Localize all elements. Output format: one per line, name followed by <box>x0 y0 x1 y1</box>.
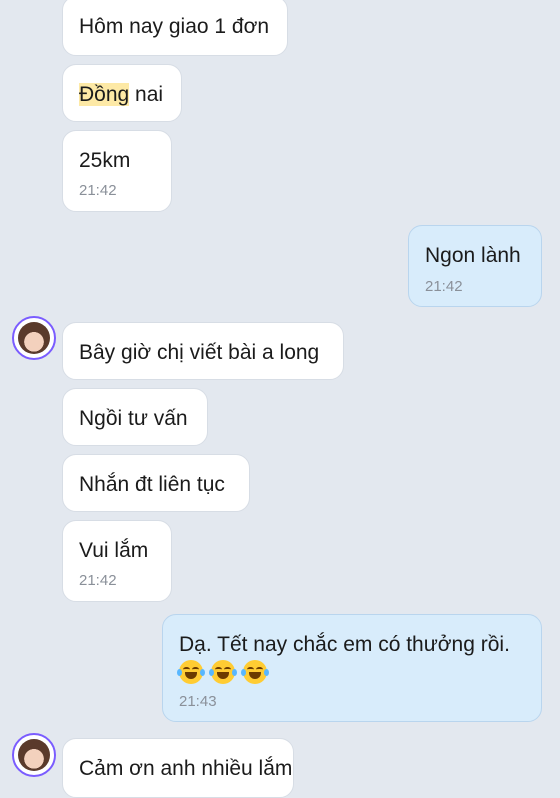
message-text: Vui lắm <box>79 539 149 562</box>
message-timestamp: 21:42 <box>79 182 117 199</box>
contact-avatar[interactable] <box>12 733 56 777</box>
contact-avatar[interactable] <box>12 316 56 360</box>
incoming-message[interactable]: Bây giờ chị viết bài a long <box>62 322 344 380</box>
message-text: Ngồi tư vấn <box>79 407 188 430</box>
avatar-photo <box>18 322 50 354</box>
incoming-message[interactable]: Đồng nai <box>62 64 182 122</box>
emoji-row <box>177 660 275 685</box>
incoming-message[interactable]: Hôm nay giao 1 đơn <box>62 0 288 56</box>
message-timestamp: 21:42 <box>425 278 463 295</box>
message-text: Đồng nai <box>79 83 164 106</box>
laughing-tears-emoji-icon <box>177 660 205 685</box>
message-text: Dạ. Tết nay chắc em có thưởng rồi. <box>179 633 510 656</box>
incoming-message[interactable]: Cảm ơn anh nhiều lắm <box>62 738 294 798</box>
message-text: Ngon lành <box>425 244 521 267</box>
message-text: Hôm nay giao 1 đơn <box>79 15 270 38</box>
message-timestamp: 21:43 <box>179 693 217 710</box>
incoming-message[interactable]: Ngồi tư vấn <box>62 388 208 446</box>
search-highlight: Đồng <box>79 83 130 106</box>
message-text: 25km <box>79 149 131 172</box>
outgoing-message[interactable]: Dạ. Tết nay chắc em có thưởng rồi. 21:43 <box>162 614 542 722</box>
laughing-tears-emoji-icon <box>209 660 237 685</box>
outgoing-message[interactable]: Ngon lành 21:42 <box>408 225 542 307</box>
message-timestamp: 21:42 <box>79 572 117 589</box>
incoming-message[interactable]: Nhắn đt liên tục <box>62 454 250 512</box>
laughing-tears-emoji-icon <box>241 660 269 685</box>
message-text: Bây giờ chị viết bài a long <box>79 341 320 364</box>
incoming-message[interactable]: 25km 21:42 <box>62 130 172 212</box>
message-text: Nhắn đt liên tục <box>79 473 225 496</box>
avatar-photo <box>18 739 50 771</box>
incoming-message[interactable]: Vui lắm 21:42 <box>62 520 172 602</box>
message-text: Cảm ơn anh nhiều lắm <box>79 757 293 780</box>
